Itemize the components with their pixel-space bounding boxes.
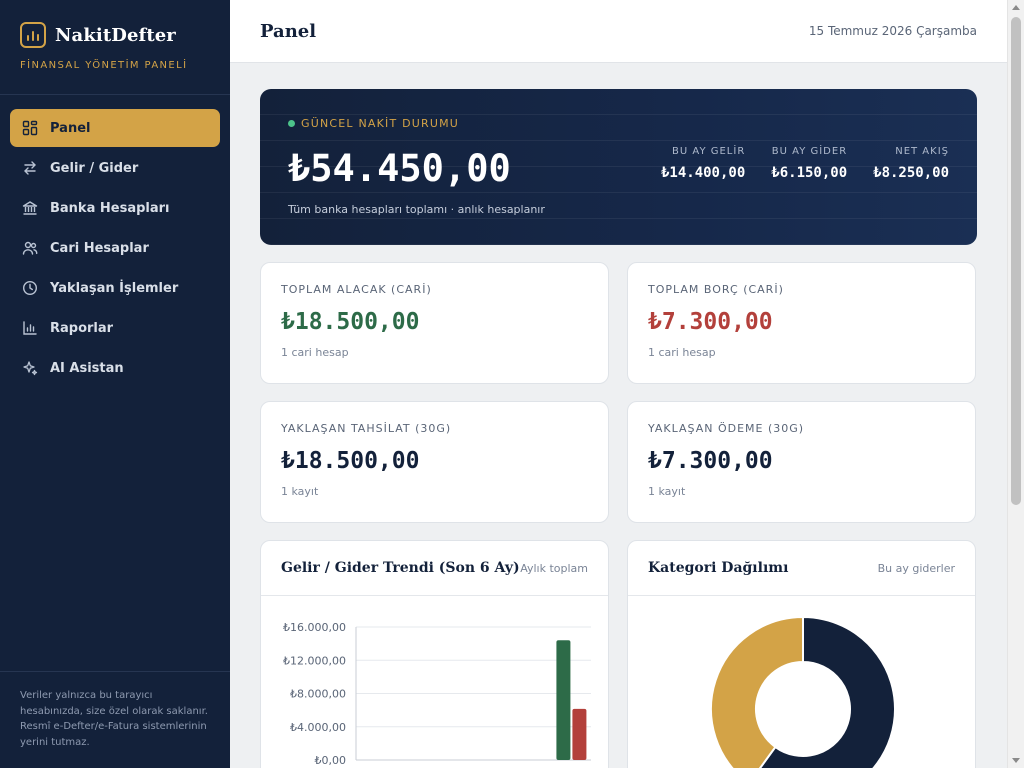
bank-icon [22, 200, 38, 216]
kpi-total-receivable: TOPLAM ALACAK (CARİ) ₺18.500,00 1 cari h… [260, 262, 609, 384]
stat-value: ₺6.150,00 [771, 165, 848, 181]
sidebar: NakitDefter FİNANSAL YÖNETİM PANELİ Pane… [0, 0, 230, 768]
kpi-sub: 1 cari hesap [648, 346, 716, 359]
panel-title: Gelir / Gider Trendi (Son 6 Ay) [281, 560, 520, 576]
category-donut-chart [710, 615, 896, 768]
scroll-up-arrow-icon[interactable] [1012, 5, 1020, 10]
kpi-sub: 1 kayıt [648, 485, 686, 498]
users-icon [22, 240, 38, 256]
clock-icon [22, 280, 38, 296]
brand: NakitDefter FİNANSAL YÖNETİM PANELİ [0, 0, 230, 95]
sidebar-footer-note: Veriler yalnızca bu tarayıcı hesabınızda… [0, 671, 230, 768]
sidebar-item-label: Gelir / Gider [50, 160, 139, 176]
stat-label: NET AKIŞ [895, 146, 949, 157]
sidebar-item-label: Panel [50, 120, 91, 136]
trend-chart-panel: Gelir / Gider Trendi (Son 6 Ay) Aylık to… [260, 540, 609, 768]
expense-bar[interactable] [572, 708, 587, 760]
brand-name: NakitDefter [55, 24, 176, 46]
cash-total-amount: ₺54.450,00 [288, 147, 511, 190]
y-tick-label: ₺12.000,00 [283, 654, 346, 667]
scroll-thumb[interactable] [1011, 17, 1021, 505]
page-title: Panel [260, 20, 317, 42]
donut-slice[interactable] [710, 615, 804, 768]
sidebar-item-ai-asistan[interactable]: AI Asistan [10, 349, 220, 387]
stat-monthly-expense: BU AY GİDER ₺6.150,00 [771, 146, 847, 181]
stat-monthly-income: BU AY GELİR ₺14.400,00 [661, 146, 745, 181]
kpi-sub: 1 cari hesap [281, 346, 349, 359]
sidebar-item-label: Yaklaşan İşlemler [50, 280, 179, 296]
transfer-arrows-icon [22, 160, 38, 176]
kpi-label: YAKLAŞAN ÖDEME (30G) [648, 422, 805, 435]
panel-title: Kategori Dağılımı [648, 560, 789, 576]
kpi-value: ₺18.500,00 [281, 448, 420, 474]
cash-status-card: GÜNCEL NAKİT DURUMU ₺54.450,00 Tüm banka… [260, 89, 977, 245]
current-date: 15 Temmuz 2026 Çarşamba [808, 24, 977, 38]
topbar: Panel 15 Temmuz 2026 Çarşamba [230, 0, 1007, 63]
kpi-label: TOPLAM BORÇ (CARİ) [648, 283, 784, 296]
kpi-sub: 1 kayıt [281, 485, 319, 498]
scroll-down-arrow-icon[interactable] [1012, 758, 1020, 763]
cash-status-label: GÜNCEL NAKİT DURUMU [288, 117, 459, 130]
sidebar-item-raporlar[interactable]: Raporlar [10, 309, 220, 347]
kpi-upcoming-payment: YAKLAŞAN ÖDEME (30G) ₺7.300,00 1 kayıt [627, 401, 976, 523]
brand-subtitle: FİNANSAL YÖNETİM PANELİ [20, 60, 188, 71]
sidebar-item-label: Raporlar [50, 320, 114, 336]
kpi-upcoming-collection: YAKLAŞAN TAHSİLAT (30G) ₺18.500,00 1 kay… [260, 401, 609, 523]
panel-header: Gelir / Gider Trendi (Son 6 Ay) Aylık to… [261, 541, 608, 596]
sidebar-item-label: Banka Hesapları [50, 200, 170, 216]
stat-net-flow: NET AKIŞ ₺8.250,00 [873, 146, 949, 181]
y-tick-label: ₺16.000,00 [283, 621, 346, 634]
y-tick-label: ₺8.000,00 [290, 688, 346, 701]
sidebar-item-label: AI Asistan [50, 360, 124, 376]
sidebar-item-label: Cari Hesaplar [50, 240, 149, 256]
kpi-total-payable: TOPLAM BORÇ (CARİ) ₺7.300,00 1 cari hesa… [627, 262, 976, 384]
kpi-value: ₺7.300,00 [648, 448, 773, 474]
kpi-label: TOPLAM ALACAK (CARİ) [281, 283, 432, 296]
stat-label: BU AY GİDER [771, 146, 848, 157]
sidebar-item-banka-hesaplari[interactable]: Banka Hesapları [10, 189, 220, 227]
stat-value: ₺14.400,00 [660, 165, 746, 181]
stat-label: BU AY GELİR [672, 146, 746, 157]
category-chart-panel: Kategori Dağılımı Bu ay giderler [627, 540, 976, 768]
panel-note: Bu ay giderler [877, 561, 955, 575]
logo-chart-icon [20, 22, 46, 48]
sparkle-icon [22, 360, 38, 376]
kpi-label: YAKLAŞAN TAHSİLAT (30G) [281, 422, 452, 435]
kpi-value: ₺7.300,00 [648, 309, 773, 335]
stat-value: ₺8.250,00 [873, 165, 949, 181]
status-dot-icon [288, 120, 295, 127]
sidebar-nav: Panel Gelir / Gider Banka Hesapları Cari… [0, 95, 230, 387]
page-scrollbar[interactable] [1007, 0, 1024, 768]
sidebar-item-yaklasan-islemler[interactable]: Yaklaşan İşlemler [10, 269, 220, 307]
sidebar-item-cari-hesaplar[interactable]: Cari Hesaplar [10, 229, 220, 267]
kpi-value: ₺18.500,00 [281, 309, 420, 335]
dashboard-icon [22, 120, 38, 136]
trend-bar-chart: ₺0,00 ₺4.000,00 ₺8.000,00 ₺12.000,00 ₺16.000… [283, 621, 591, 767]
sidebar-item-gelir-gider[interactable]: Gelir / Gider [10, 149, 220, 187]
cash-status-label-text: GÜNCEL NAKİT DURUMU [301, 117, 460, 130]
cash-total-note: Tüm banka hesapları toplamı · anlık hesa… [288, 203, 545, 216]
y-tick-label: ₺4.000,00 [290, 721, 346, 734]
sidebar-item-panel[interactable]: Panel [10, 109, 220, 147]
y-tick-label: ₺0,00 [315, 754, 347, 767]
income-bar[interactable] [556, 640, 571, 760]
panel-note: Aylık toplam [520, 561, 588, 575]
monthly-stats: BU AY GELİR ₺14.400,00 BU AY GİDER ₺6.15… [661, 146, 949, 181]
bar-chart-icon [22, 320, 38, 336]
panel-header: Kategori Dağılımı Bu ay giderler [628, 541, 975, 596]
